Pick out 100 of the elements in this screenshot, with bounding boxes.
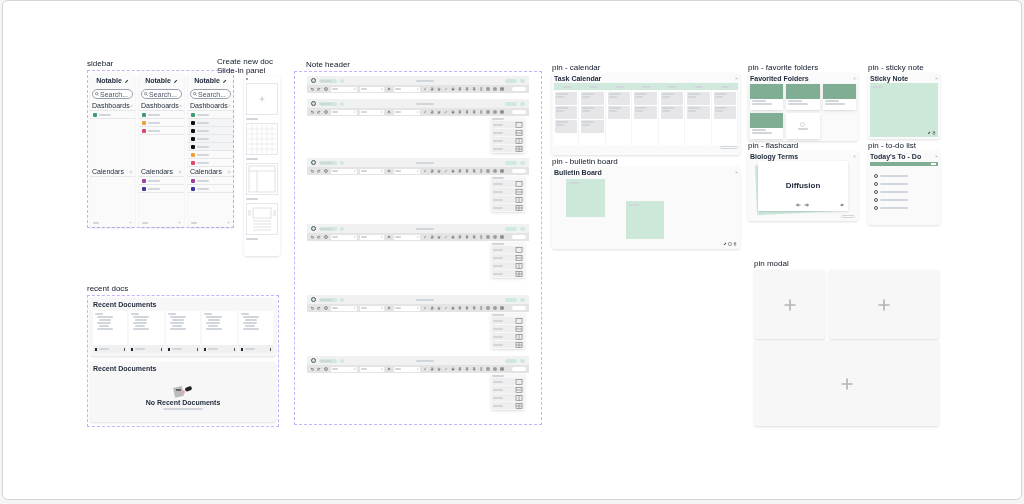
highlight-icon[interactable] xyxy=(444,306,448,310)
trash-icon[interactable] xyxy=(733,242,737,246)
layout-icon[interactable] xyxy=(500,110,504,114)
dropdown-select[interactable] xyxy=(360,305,384,311)
bold-icon[interactable] xyxy=(430,235,434,239)
share-button[interactable] xyxy=(505,78,517,83)
checkbox[interactable] xyxy=(874,198,878,202)
event-card[interactable] xyxy=(581,106,604,119)
download-button[interactable] xyxy=(520,297,525,302)
plus-icon[interactable] xyxy=(839,376,854,391)
bell-icon[interactable] xyxy=(451,110,455,114)
record-button[interactable] xyxy=(311,358,316,363)
text-color-icon[interactable] xyxy=(387,110,391,114)
layout-option[interactable] xyxy=(492,204,524,211)
plus-icon[interactable] xyxy=(259,96,265,102)
share-button[interactable] xyxy=(505,297,517,302)
underline-icon[interactable] xyxy=(437,367,441,371)
empty-pin-slot[interactable] xyxy=(754,341,939,426)
checkbox[interactable] xyxy=(874,174,878,178)
download-button[interactable] xyxy=(520,78,525,83)
record-button[interactable] xyxy=(311,160,316,165)
layout-option[interactable] xyxy=(492,196,524,203)
redo-icon[interactable] xyxy=(317,306,321,310)
align-left-icon[interactable] xyxy=(458,87,462,91)
share-button[interactable] xyxy=(505,101,517,106)
bell-icon[interactable] xyxy=(451,235,455,239)
dropdown-select[interactable] xyxy=(360,366,384,372)
dropdown-select[interactable] xyxy=(331,305,357,311)
text-color-icon[interactable] xyxy=(387,87,391,91)
event-card[interactable] xyxy=(607,106,631,119)
event-card[interactable] xyxy=(607,92,631,105)
table-icon[interactable] xyxy=(486,169,490,173)
pencil-icon[interactable] xyxy=(221,78,227,84)
list-icon[interactable] xyxy=(479,87,483,91)
align-center-icon[interactable] xyxy=(465,110,469,114)
arrow-left-icon[interactable] xyxy=(796,203,801,207)
trash-icon[interactable] xyxy=(932,131,936,135)
pencil-icon[interactable] xyxy=(927,131,931,135)
list-icon[interactable] xyxy=(479,110,483,114)
align-center-icon[interactable] xyxy=(465,306,469,310)
dropdown-select[interactable] xyxy=(360,109,384,115)
dropdown-select[interactable] xyxy=(331,366,357,372)
redo-icon[interactable] xyxy=(317,169,321,173)
align-center-icon[interactable] xyxy=(465,367,469,371)
dropdown-select[interactable] xyxy=(360,234,384,240)
event-card[interactable] xyxy=(713,106,736,119)
text-color-icon[interactable] xyxy=(387,235,391,239)
undo-icon[interactable] xyxy=(310,235,314,239)
settings-icon[interactable] xyxy=(324,110,328,114)
table-icon[interactable] xyxy=(493,235,497,239)
align-center-icon[interactable] xyxy=(465,87,469,91)
redo-icon[interactable] xyxy=(317,87,321,91)
folder-card[interactable] xyxy=(822,84,856,110)
event-card[interactable] xyxy=(660,92,684,105)
layout-option[interactable] xyxy=(492,121,524,128)
align-left-icon[interactable] xyxy=(458,169,462,173)
dropdown-select[interactable] xyxy=(360,86,384,92)
folder-card[interactable] xyxy=(786,84,820,110)
layout-icon[interactable] xyxy=(500,169,504,173)
layout-option[interactable] xyxy=(492,394,524,401)
event-card[interactable] xyxy=(581,92,604,105)
template-thumbnail[interactable] xyxy=(246,203,278,235)
italic-icon[interactable] xyxy=(423,235,427,239)
bold-icon[interactable] xyxy=(430,87,434,91)
folder-card[interactable] xyxy=(750,113,784,139)
sidebar-item[interactable] xyxy=(188,185,233,193)
bold-icon[interactable] xyxy=(430,306,434,310)
settings-icon[interactable] xyxy=(324,306,328,310)
dropdown-select[interactable] xyxy=(394,366,420,372)
table-icon[interactable] xyxy=(493,306,497,310)
record-button[interactable] xyxy=(311,78,316,83)
table-icon[interactable] xyxy=(493,87,497,91)
bell-icon[interactable] xyxy=(451,87,455,91)
layout-icon[interactable] xyxy=(500,235,504,239)
layout-icon[interactable] xyxy=(500,87,504,91)
list-icon[interactable] xyxy=(479,367,483,371)
dropdown-select[interactable] xyxy=(331,109,357,115)
italic-icon[interactable] xyxy=(423,169,427,173)
template-thumbnail[interactable] xyxy=(246,83,278,115)
bell-icon[interactable] xyxy=(451,367,455,371)
align-left-icon[interactable] xyxy=(458,367,462,371)
layout-option[interactable] xyxy=(492,129,524,136)
record-button[interactable] xyxy=(311,226,316,231)
template-thumbnail[interactable] xyxy=(246,123,278,155)
align-right-icon[interactable] xyxy=(472,110,476,114)
dropdown-select[interactable] xyxy=(394,305,420,311)
text-color-icon[interactable] xyxy=(387,306,391,310)
layout-icon[interactable] xyxy=(500,367,504,371)
undo-icon[interactable] xyxy=(310,110,314,114)
align-left-icon[interactable] xyxy=(458,110,462,114)
layout-option[interactable] xyxy=(492,386,524,393)
share-button[interactable] xyxy=(505,160,517,165)
align-right-icon[interactable] xyxy=(472,367,476,371)
bold-icon[interactable] xyxy=(430,169,434,173)
list-icon[interactable] xyxy=(479,306,483,310)
undo-icon[interactable] xyxy=(310,87,314,91)
view-button[interactable] xyxy=(841,215,855,218)
align-left-icon[interactable] xyxy=(458,235,462,239)
download-button[interactable] xyxy=(520,160,525,165)
pencil-icon[interactable] xyxy=(123,78,129,84)
